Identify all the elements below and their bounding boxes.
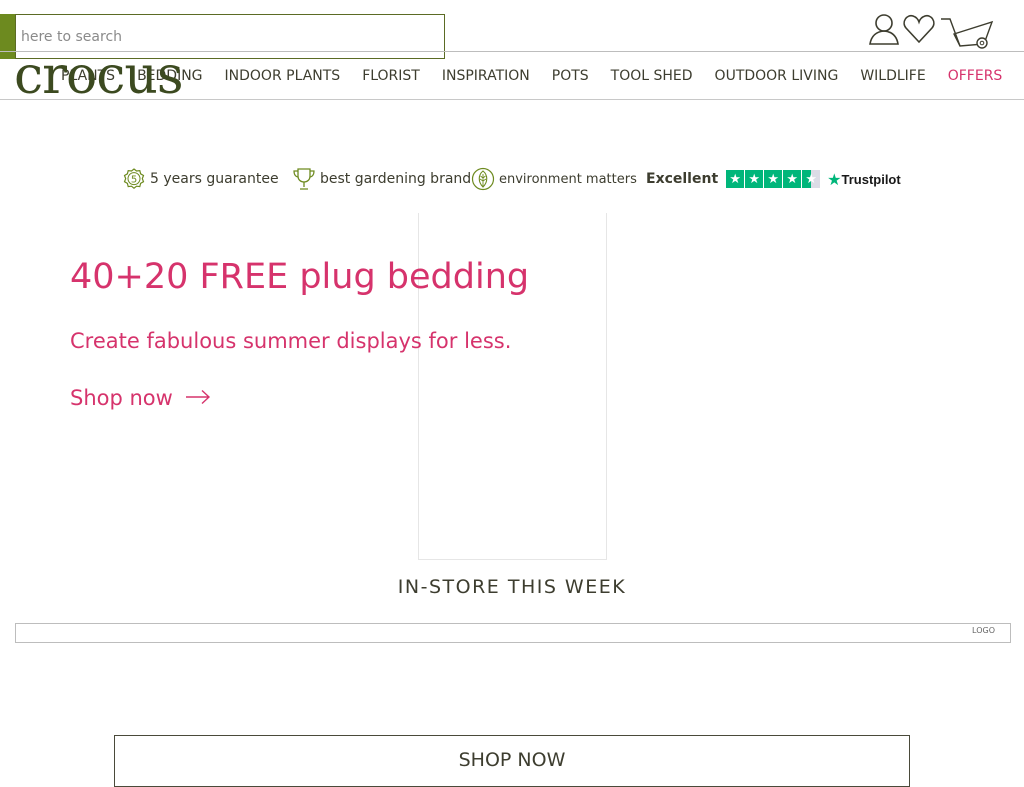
trophy-icon (292, 167, 316, 191)
environment-badge: environment matters (471, 165, 637, 193)
leaf-icon (471, 167, 495, 191)
trustpilot-star-icon: ★ (726, 170, 745, 188)
nav-item-florist[interactable]: FLORIST (362, 66, 420, 86)
nav-item-outdoor-living[interactable]: OUTDOOR LIVING (715, 66, 839, 86)
trustpilot-stars: ★ ★ ★ ★ ★ (726, 170, 821, 188)
environment-label: environment matters (499, 171, 637, 187)
basket-wheelbarrow-icon[interactable] (940, 16, 994, 56)
hero-shop-now-link[interactable]: Shop now (70, 384, 211, 412)
svg-text:5: 5 (131, 175, 137, 186)
guarantee-badge: 5 5 years guarantee (123, 165, 279, 193)
nav-item-offers[interactable]: OFFERS (948, 66, 1003, 86)
in-store-carousel[interactable]: LOGO (15, 623, 1011, 643)
hero-cta-label: Shop now (70, 386, 173, 410)
arrow-right-icon (185, 384, 211, 412)
trustpilot-star-icon: ★ (745, 170, 764, 188)
crocus-logo[interactable]: crocus (14, 50, 184, 102)
nav-item-wildlife[interactable]: WILDLIFE (860, 66, 925, 86)
carousel-logo-text: LOGO (972, 626, 995, 635)
best-brand-badge: best gardening brand (292, 165, 471, 193)
nav-divider (0, 99, 1024, 100)
nav-item-pots[interactable]: POTS (552, 66, 589, 86)
trustpilot-widget[interactable]: Excellent ★ ★ ★ ★ ★ ★ Trustpilot (646, 165, 901, 193)
wishlist-heart-icon[interactable] (903, 14, 935, 48)
trustpilot-star-icon: ★ (764, 170, 783, 188)
account-icon[interactable] (868, 13, 900, 49)
nav-item-inspiration[interactable]: INSPIRATION (442, 66, 530, 86)
in-store-title: IN-STORE THIS WEEK (397, 576, 627, 598)
trustpilot-logo: Trustpilot (841, 171, 901, 187)
nav-item-indoor-plants[interactable]: INDOOR PLANTS (225, 66, 341, 86)
search-accent-bar (0, 14, 15, 59)
hero-title: 40+20 FREE plug bedding (70, 257, 530, 297)
trustpilot-half-star-icon: ★ (802, 170, 821, 188)
guarantee-seal-icon: 5 (123, 168, 145, 190)
trustpilot-star-icon: ★ (783, 170, 802, 188)
nav-item-tool-shed[interactable]: TOOL SHED (611, 66, 693, 86)
hero-subtitle: Create fabulous summer displays for less… (70, 329, 512, 353)
trustpilot-logo-star-icon: ★ (827, 169, 842, 189)
shop-now-button[interactable]: SHOP NOW (114, 735, 910, 787)
main-nav: PLANTS BEDDING INDOOR PLANTS FLORIST INS… (61, 66, 1024, 86)
best-brand-label: best gardening brand (320, 171, 472, 187)
guarantee-label: 5 years guarantee (150, 171, 279, 187)
trustpilot-rating-text: Excellent (646, 171, 719, 187)
